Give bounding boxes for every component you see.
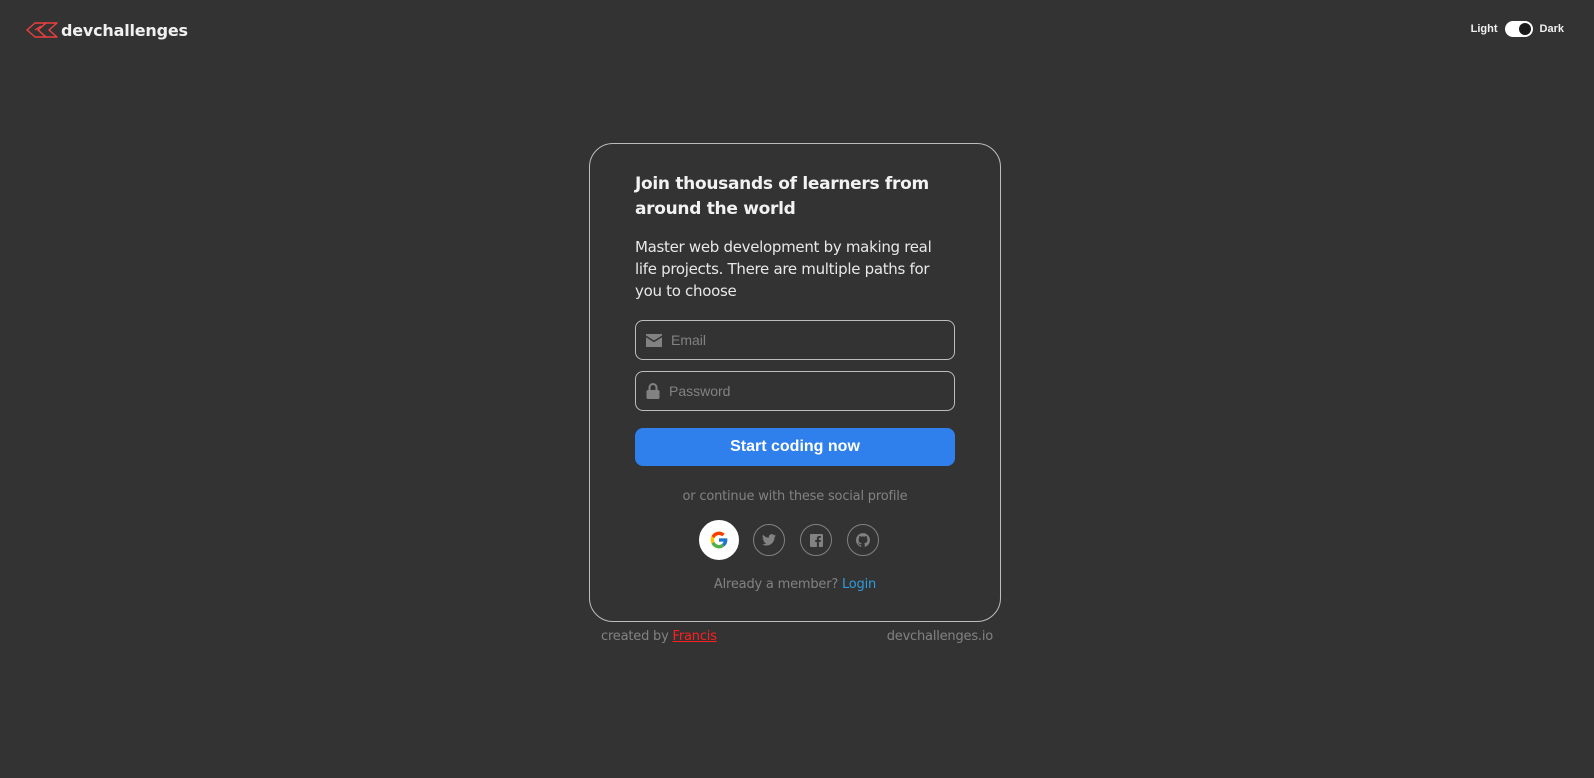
social-buttons: [590, 520, 1000, 560]
theme-dark-label: Dark: [1539, 23, 1564, 35]
email-field[interactable]: [635, 320, 955, 360]
twitter-icon: [762, 534, 776, 546]
top-bar: devchallenges Light Dark: [0, 0, 1594, 60]
devchallenges-logo-icon: [26, 22, 58, 38]
login-link[interactable]: Login: [842, 577, 876, 592]
member-prompt-text: Already a member?: [713, 577, 839, 592]
github-login-button[interactable]: [847, 524, 879, 556]
created-by-text: created by: [601, 629, 669, 644]
password-field[interactable]: [635, 371, 955, 411]
mail-icon: [646, 333, 662, 347]
facebook-icon: [809, 533, 823, 547]
brand[interactable]: devchallenges: [26, 19, 188, 41]
page-footer: created by Francis devchallenges.io: [601, 629, 993, 644]
card-intro: Join thousands of learners from around t…: [635, 172, 955, 302]
facebook-login-button[interactable]: [800, 524, 832, 556]
google-icon: [710, 531, 728, 549]
email-input[interactable]: [671, 332, 931, 348]
lock-icon: [646, 383, 660, 399]
member-prompt: Already a member? Login: [590, 577, 1000, 592]
theme-switch-knob: [1518, 23, 1531, 35]
author-link[interactable]: Francis: [673, 629, 717, 644]
github-icon: [856, 533, 870, 547]
card-headline: Join thousands of learners from around t…: [635, 174, 929, 219]
twitter-login-button[interactable]: [753, 524, 785, 556]
google-login-button[interactable]: [699, 520, 739, 560]
theme-toggle: Light Dark: [1471, 21, 1564, 37]
theme-light-label: Light: [1470, 23, 1498, 35]
credit: created by Francis: [601, 629, 717, 644]
card-subtitle: Master web development by making real li…: [635, 238, 932, 300]
password-input[interactable]: [669, 383, 929, 399]
site-name: devchallenges.io: [886, 629, 993, 644]
social-prompt: or continue with these social profile: [682, 489, 908, 504]
brand-name: devchallenges: [61, 20, 188, 40]
theme-switch[interactable]: [1504, 21, 1533, 37]
signup-card: Join thousands of learners from around t…: [589, 143, 1001, 622]
start-coding-button[interactable]: Start coding now: [635, 428, 955, 466]
